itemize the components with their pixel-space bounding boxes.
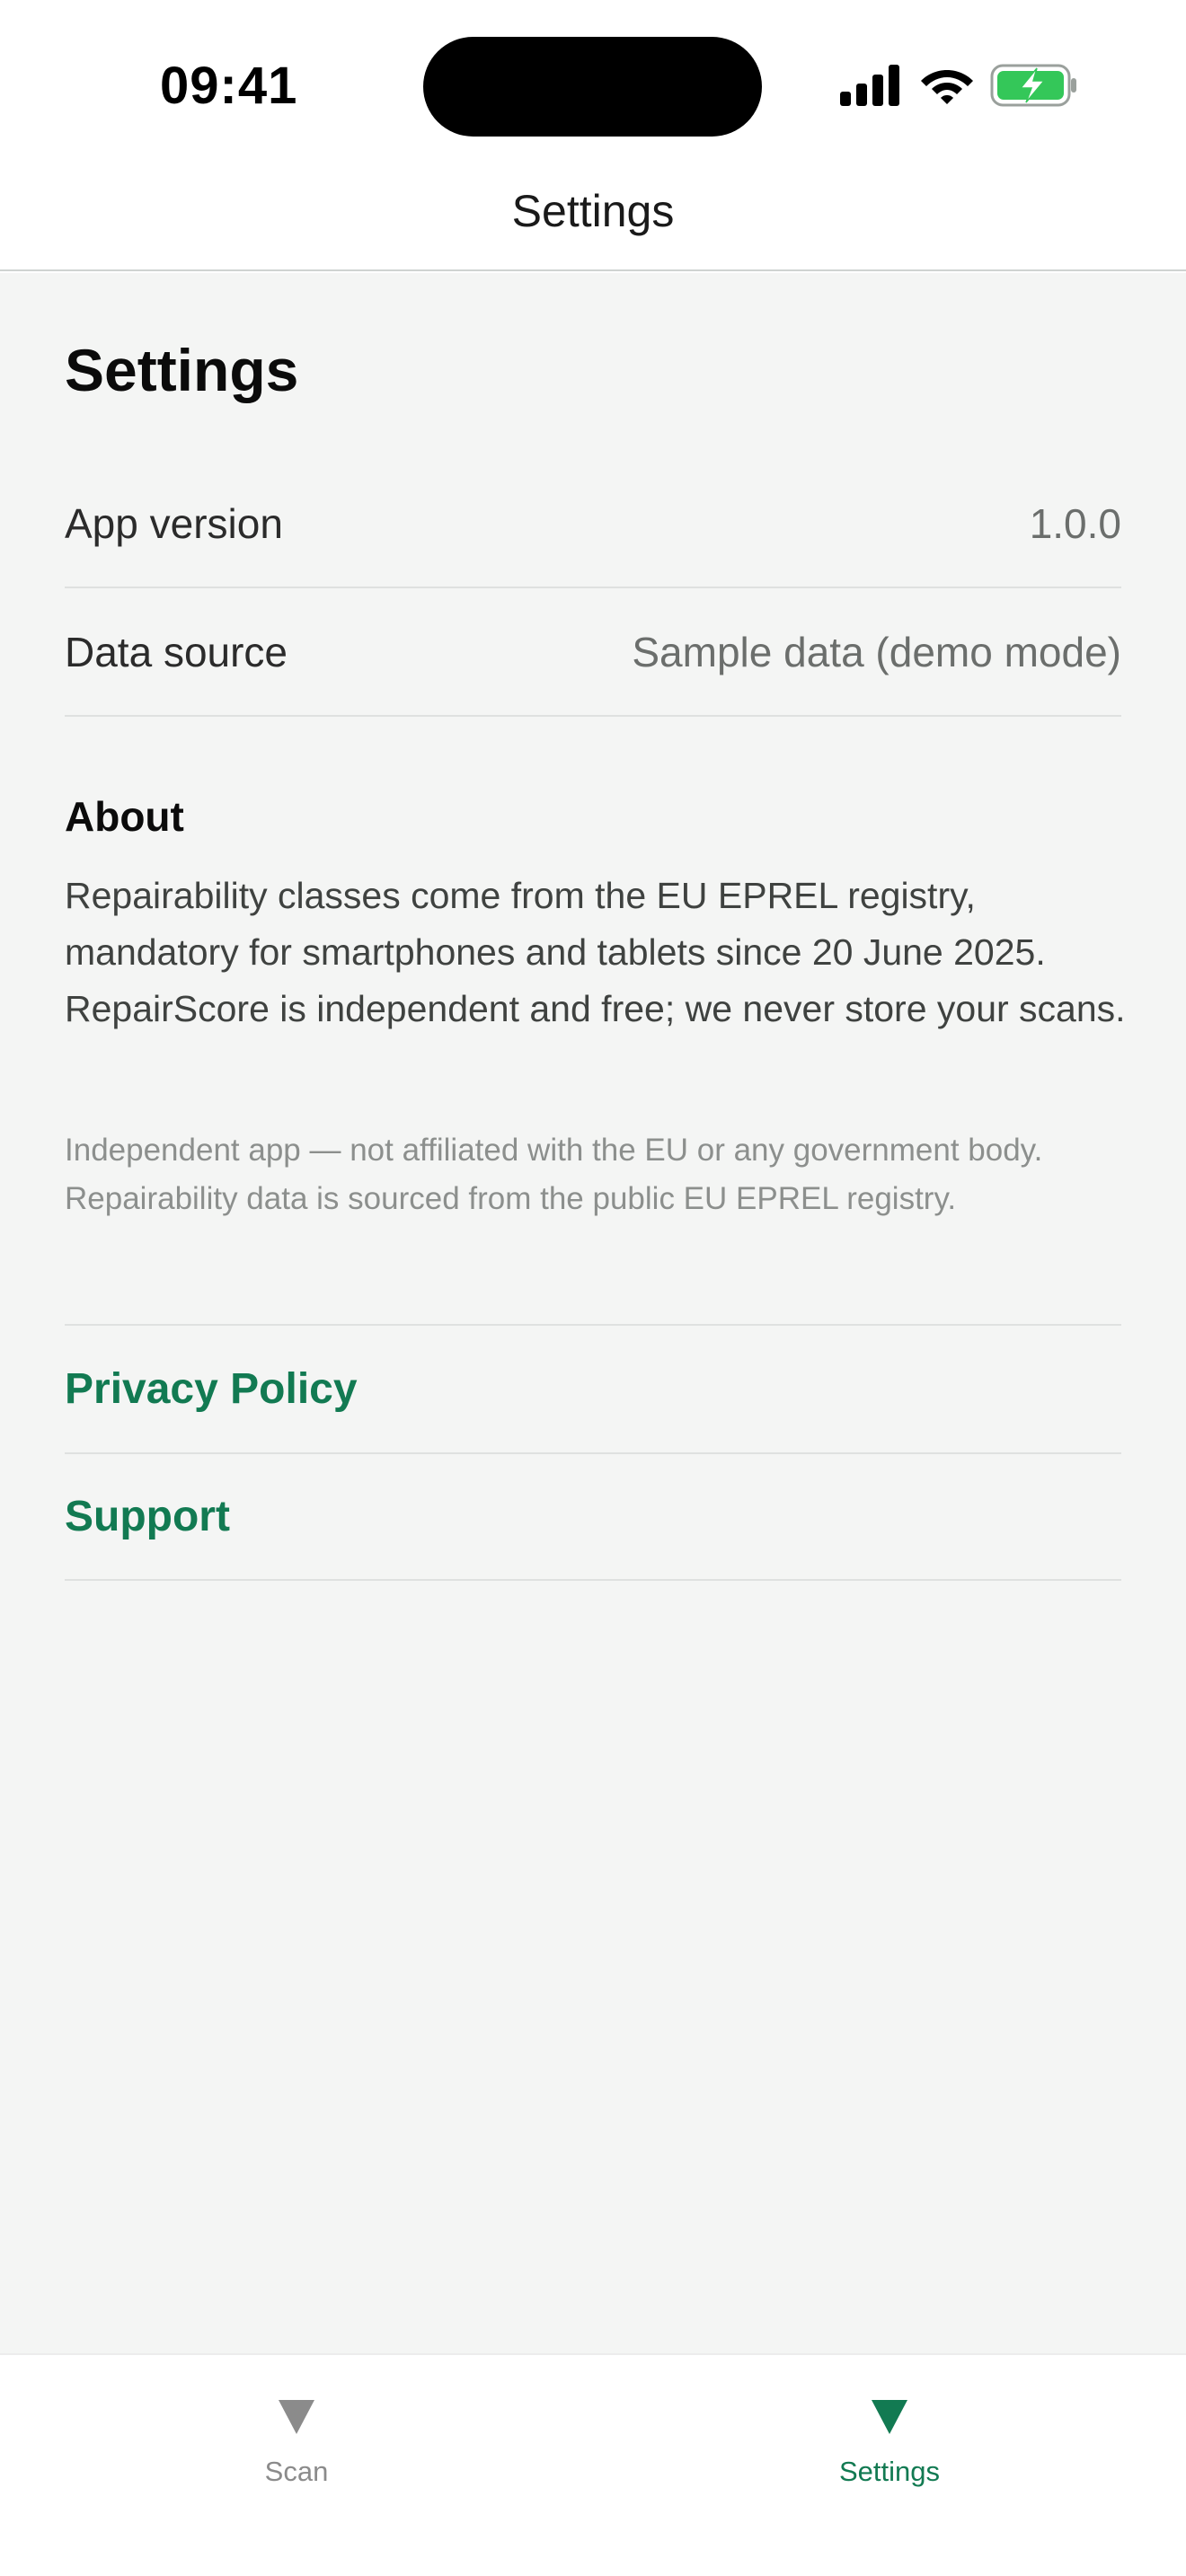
triangle-down-icon — [279, 2400, 314, 2434]
triangle-down-icon — [872, 2400, 907, 2434]
tab-scan-label: Scan — [264, 2456, 329, 2487]
tab-bar: Scan Settings — [0, 2353, 1186, 2576]
tab-scan[interactable]: Scan — [162, 2382, 431, 2508]
privacy-policy-label: Privacy Policy — [65, 1365, 358, 1413]
dynamic-island — [423, 37, 762, 137]
page-title: Settings — [65, 337, 299, 403]
tab-settings-label: Settings — [838, 2456, 940, 2487]
app-version-value: 1.0.0 — [1029, 499, 1121, 547]
settings-content: Settings App version 1.0.0 Data source S… — [0, 273, 1186, 2353]
wifi-icon — [921, 70, 973, 104]
tab-settings[interactable]: Settings — [755, 2382, 1024, 2508]
data-source-row: Data source Sample data (demo mode) — [65, 588, 1121, 717]
status-bar: 09:41 — [0, 0, 1186, 171]
support-label: Support — [65, 1493, 230, 1540]
navigation-bar: Settings — [0, 171, 1186, 271]
data-source-value: Sample data (demo mode) — [632, 628, 1121, 675]
nav-title: Settings — [511, 186, 675, 236]
app-version-row: App version 1.0.0 — [65, 460, 1121, 588]
about-text: Repairability classes come from the EU E… — [65, 875, 1126, 1029]
battery-charging-icon — [990, 64, 1076, 107]
disclaimer-text: Independent app — not affiliated with th… — [65, 1133, 1043, 1216]
support-link[interactable]: Support — [65, 1452, 1121, 1581]
about-heading: About — [65, 793, 184, 840]
app-version-label: App version — [65, 499, 283, 547]
cellular-signal-icon — [840, 65, 899, 106]
status-time: 09:41 — [160, 57, 298, 115]
privacy-policy-link[interactable]: Privacy Policy — [65, 1324, 1121, 1452]
data-source-label: Data source — [65, 628, 288, 675]
